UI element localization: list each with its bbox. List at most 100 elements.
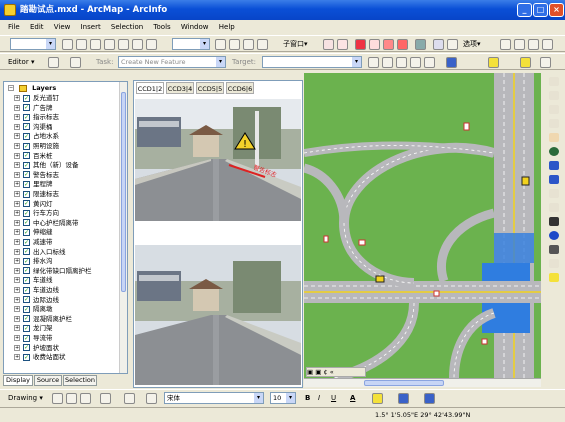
expand-icon[interactable]: + [14,335,20,341]
toc-layer-item[interactable]: + ✓ 中心护栏隔离带 [14,219,79,229]
paste-icon[interactable] [118,39,129,50]
sketch-props-icon[interactable] [410,57,421,68]
expand-icon[interactable]: + [14,219,20,226]
layer-visibility-checkbox[interactable]: ✓ [23,152,30,160]
refresh-icon[interactable] [257,39,268,50]
expand-icon[interactable]: + [14,354,20,361]
expand-icon[interactable]: + [14,133,20,140]
topology-icon[interactable] [424,57,435,68]
toc-layer-item[interactable]: + ✓ 里程牌 [14,180,53,190]
toc-layer-item[interactable]: + ✓ 混凝隔离护栏 [14,315,72,325]
trace-icon[interactable] [514,39,525,50]
toc-layer-item[interactable]: + ✓ 龙门架 [14,324,53,334]
redo-icon[interactable] [76,39,87,50]
toc-layer-item[interactable]: + ✓ 照明设施 [14,142,59,152]
font-color-button[interactable]: A [350,392,355,404]
toc-layer-item[interactable]: + ✓ 沟渠桶 [14,123,53,133]
full-extent-globe-icon[interactable] [549,147,559,156]
expand-icon[interactable]: + [14,143,20,149]
toc-layer-item[interactable]: + ✓ 护坡面状 [14,344,59,354]
layer-visibility-checkbox[interactable]: ✓ [23,200,30,208]
layer-visibility-checkbox[interactable]: ✓ [23,353,30,361]
menu-selection[interactable]: Selection [111,23,143,31]
identify-icon[interactable] [447,39,458,50]
menu-help[interactable]: Help [219,23,235,31]
expand-icon[interactable]: + [14,229,20,236]
layer-visibility-checkbox[interactable]: ✓ [23,190,30,198]
layer-visibility-checkbox[interactable]: ✓ [23,132,30,140]
marker-icon[interactable] [540,57,551,68]
tab-selection[interactable]: Selection [63,375,97,386]
layer-visibility-checkbox[interactable]: ✓ [23,171,30,179]
expand-icon[interactable]: + [14,258,20,265]
layer-visibility-checkbox[interactable]: ✓ [23,324,30,332]
expand-icon[interactable]: + [14,306,20,313]
print-icon[interactable] [383,39,394,50]
layer-visibility-checkbox[interactable]: ✓ [23,180,30,188]
toc-layer-item[interactable]: + ✓ 车道边线 [14,286,59,296]
highlight-icon[interactable] [520,57,531,68]
toc-layer-item[interactable]: + ✓ 伸缩缝 [14,228,53,238]
menu-view[interactable]: View [54,23,71,31]
marker-color-icon[interactable] [424,393,435,404]
layer-visibility-checkbox[interactable]: ✓ [23,334,30,342]
map-scrollbar[interactable] [304,378,541,387]
toc-layer-item[interactable]: + ✓ 绿化带缺口隔离护栏 [14,267,92,277]
zoom-full-icon[interactable] [215,39,226,50]
zoom-out-icon[interactable] [549,91,559,100]
pointer-icon[interactable] [549,217,559,226]
expand-icon[interactable]: + [14,296,20,303]
export-icon[interactable] [355,39,366,50]
line-icon[interactable] [528,39,539,50]
task-combo[interactable]: Create New Feature ▾ [118,56,226,68]
layer-visibility-checkbox[interactable]: ✓ [23,94,30,102]
zoom-selected-icon[interactable] [243,39,254,50]
text-icon[interactable] [124,393,135,404]
toc-layer-item[interactable]: + ✓ 排水沟 [14,257,53,267]
toc-layer-item[interactable]: + ✓ 广告牌 [14,104,53,114]
delete-icon[interactable] [132,39,143,50]
select-features-icon[interactable] [549,189,559,198]
toc-layer-item[interactable]: + ✓ 警告标志 [14,171,59,181]
minimize-button[interactable]: _ [517,3,532,17]
layout-icon[interactable] [369,39,380,50]
expand-icon[interactable]: + [14,152,20,159]
drawing-menu-button[interactable]: Drawing ▾ [8,392,43,404]
hyperlink-icon[interactable] [549,273,559,282]
layer-visibility-checkbox[interactable]: ✓ [23,219,30,227]
layer-visibility-checkbox[interactable]: ✓ [23,209,30,217]
zoom-layer-icon[interactable] [229,39,240,50]
chevron-down-icon[interactable]: ▾ [254,393,263,403]
layer-visibility-checkbox[interactable]: ✓ [23,104,30,112]
road-interchange-map[interactable] [304,73,541,378]
menu-tools[interactable]: Tools [153,23,170,31]
expand-icon[interactable]: + [14,191,20,197]
expand-icon[interactable]: + [14,200,20,207]
rotate-icon[interactable] [66,393,77,404]
expand-icon[interactable]: + [14,277,20,284]
expand-icon[interactable]: + [14,344,20,351]
select-elements-icon[interactable] [549,203,559,212]
expand-icon[interactable]: + [14,315,20,322]
collapse-icon[interactable]: − [8,85,14,91]
toc-layer-item[interactable]: + ✓ 限速标志 [14,190,59,200]
toc-layer-item[interactable]: + ✓ 车道线 [14,276,53,286]
tab-ccd6[interactable]: CCD6|6 [226,82,254,94]
zoom-whole-page-icon[interactable] [80,393,91,404]
line-color-icon[interactable] [398,393,409,404]
back-arrow-icon[interactable] [549,161,559,170]
fixed-zoom-in-icon[interactable] [549,105,559,114]
layout-view-tab[interactable]: ▣ [315,368,321,376]
editor-menu-button[interactable]: Editor ▾ [8,56,34,68]
menu-edit[interactable]: Edit [30,23,44,31]
sketch-tool-icon[interactable] [70,57,81,68]
target-combo[interactable]: ▾ [262,56,362,68]
layer-visibility-checkbox[interactable]: ✓ [23,315,30,323]
layer-visibility-checkbox[interactable]: ✓ [23,305,30,313]
toc-layer-item[interactable]: + ✓ 隔离墩 [14,305,53,315]
italic-button[interactable]: I [318,392,320,404]
measure-icon[interactable] [323,39,334,50]
table-icon[interactable] [337,39,348,50]
attributes-icon[interactable] [396,57,407,68]
find-binoculars-icon[interactable] [549,245,559,254]
